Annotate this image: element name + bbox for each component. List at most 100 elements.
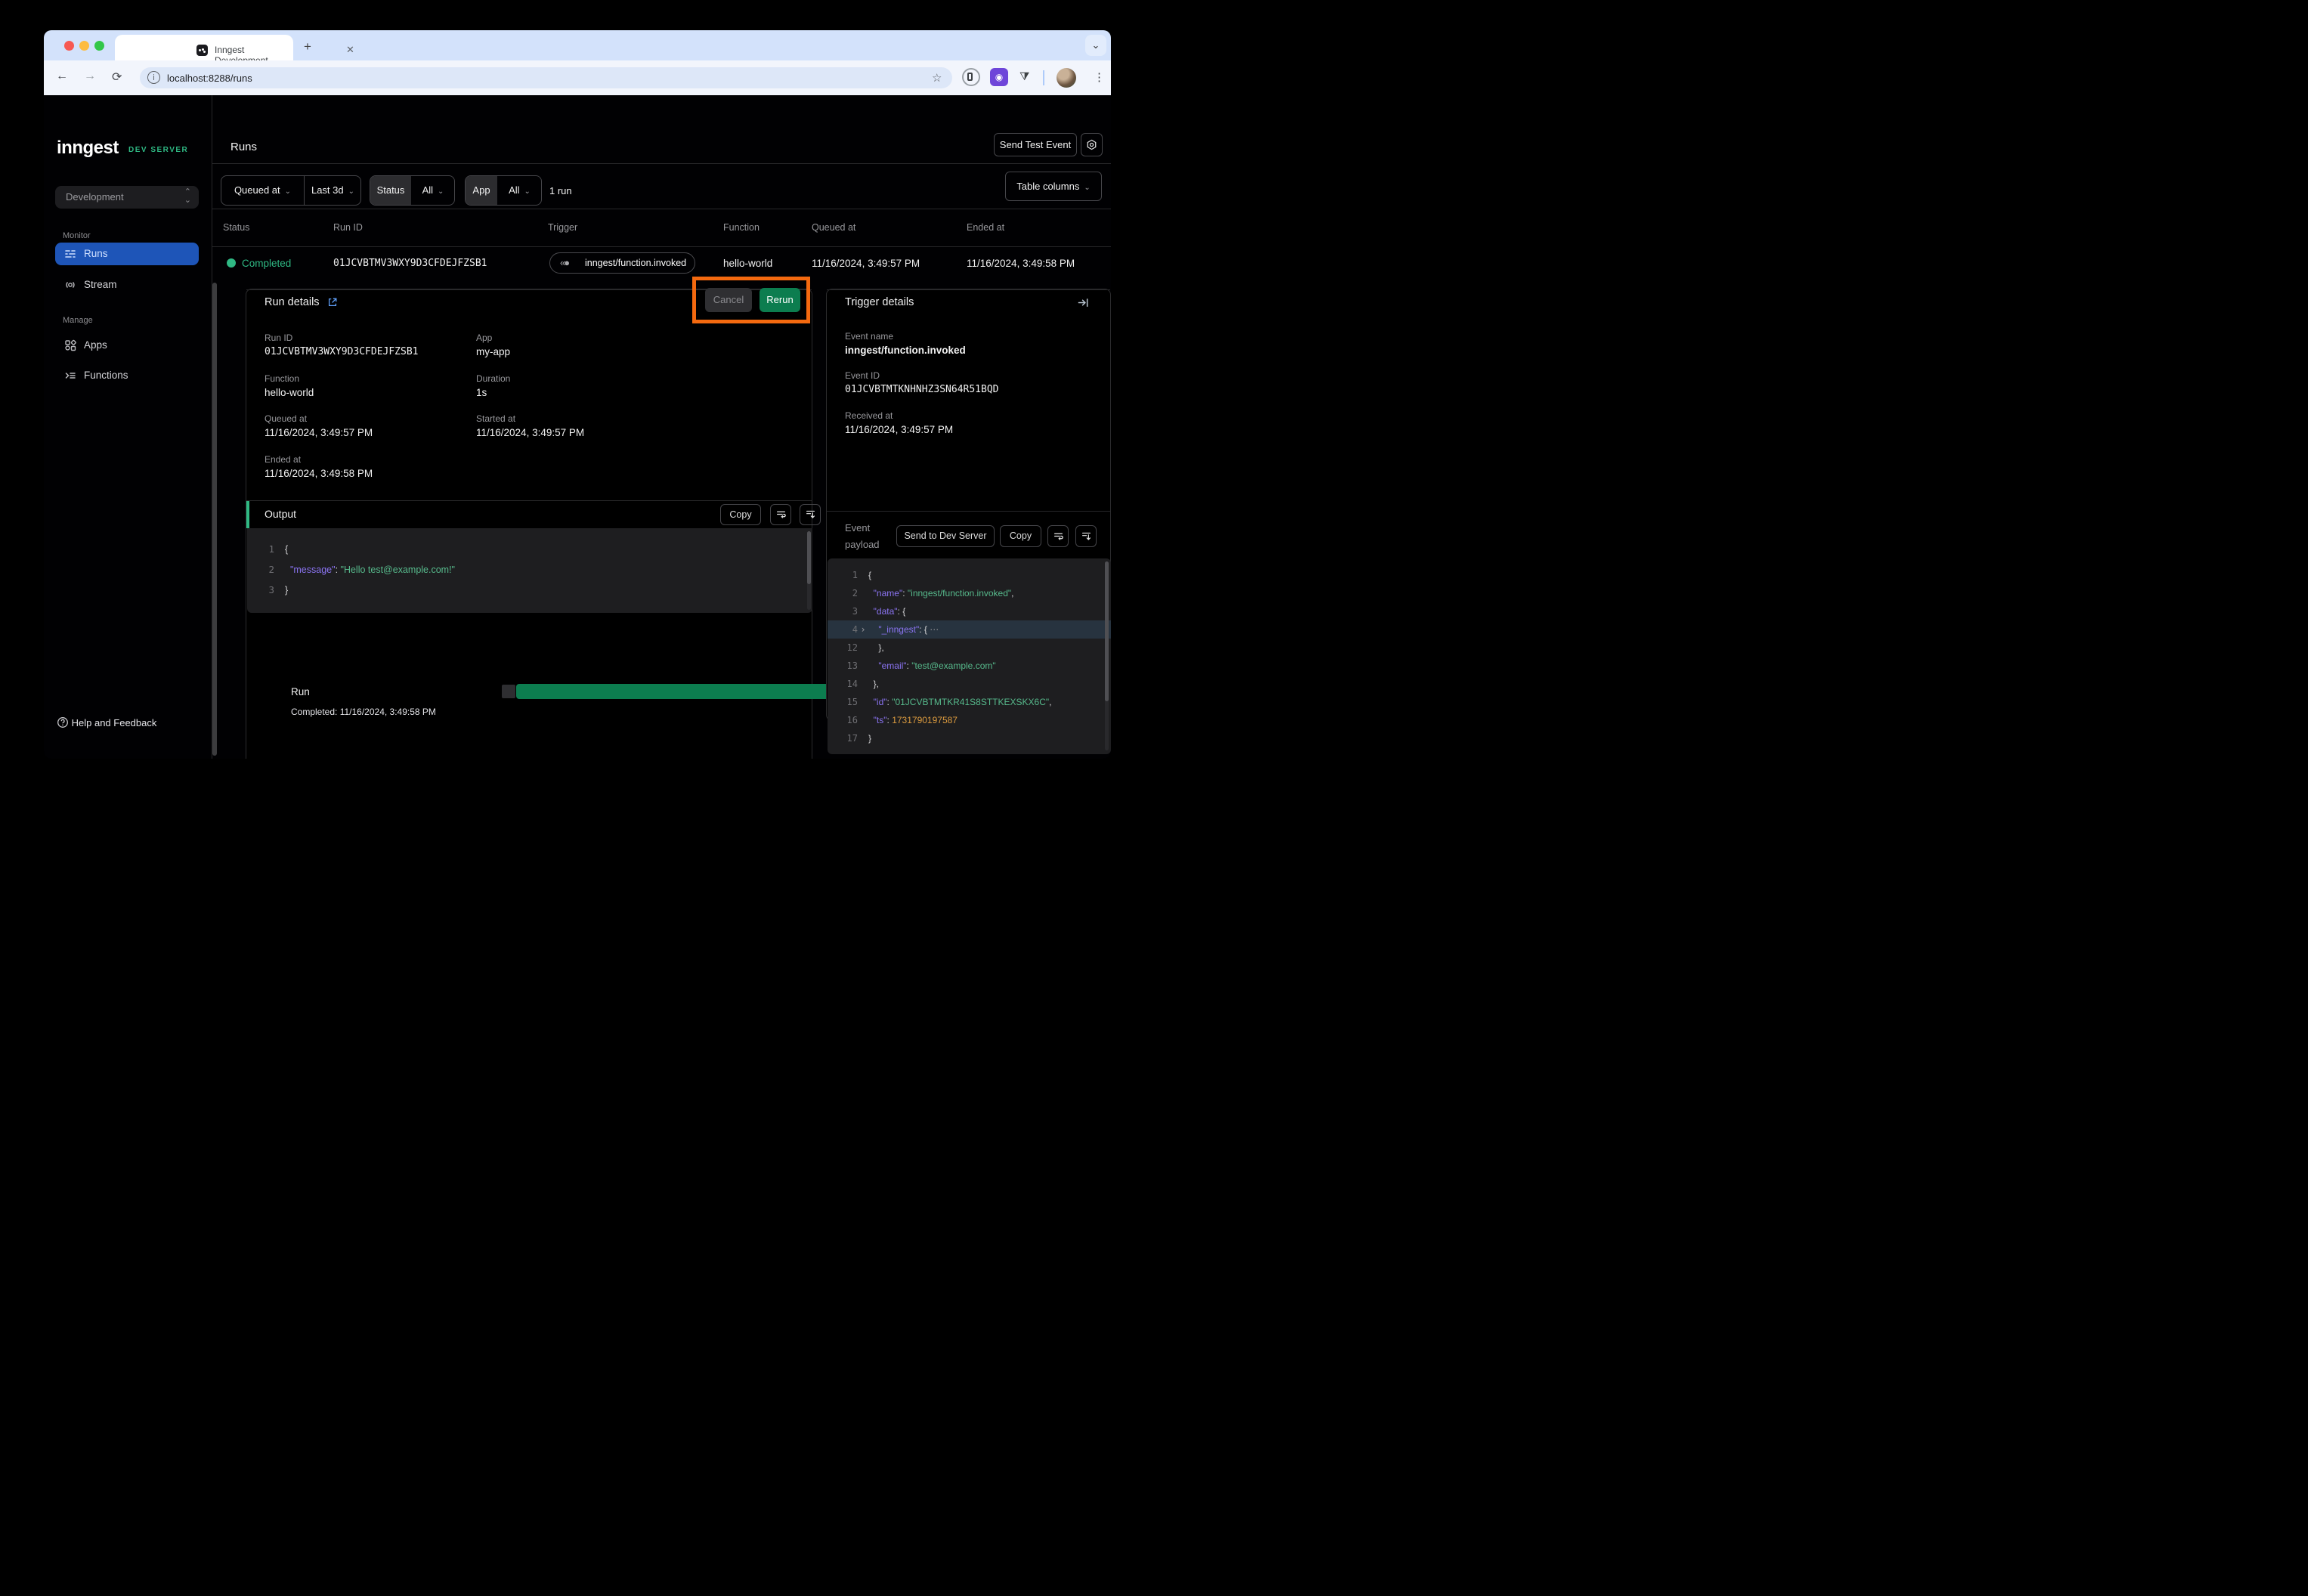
tab-search-chevron-icon[interactable]: ⌄ [1085, 35, 1106, 56]
help-label: Help and Feedback [72, 717, 157, 728]
fold-gutter [858, 693, 868, 711]
payload-copy-button[interactable]: Copy [1000, 525, 1041, 547]
fold-chevron-icon[interactable]: › [858, 620, 868, 639]
field-value-started-at: 11/16/2024, 3:49:57 PM [476, 427, 584, 438]
run-count: 1 run [549, 185, 572, 196]
reload-icon[interactable]: ⟳ [112, 70, 122, 85]
scrollbar-thumb[interactable] [212, 283, 217, 756]
fold-gutter [274, 580, 285, 600]
fold-gutter [858, 657, 868, 675]
status-filter-label: Status [370, 176, 411, 205]
column-header-queued-at[interactable]: Queued at [812, 222, 855, 233]
field-label: Received at [845, 410, 893, 421]
status-filter-value[interactable]: All⌄ [411, 176, 455, 205]
sidebar-item-help[interactable]: Help and Feedback [57, 716, 156, 728]
annotation-highlight-box [692, 277, 810, 323]
browser-tab[interactable]: Inngest Development Server ✕ [115, 35, 293, 60]
back-icon[interactable]: ← [56, 70, 68, 83]
maximize-window-button[interactable] [94, 41, 104, 51]
extensions-puzzle-icon[interactable]: ⧩ [1019, 70, 1029, 83]
environment-select[interactable]: Development ⌃⌄ [55, 186, 199, 209]
field-value-run-id: 01JCVBTMV3WXY9D3CFDEJFZSB1 [265, 346, 419, 357]
purple-extension-icon[interactable]: ◉ [990, 68, 1008, 86]
sidebar-item-runs[interactable]: Runs [55, 243, 199, 265]
timeline-run-label: Run [291, 686, 310, 697]
browser-toolbar: ← → ⟳ i localhost:8288/runs ☆ ◉ ⧩ ⋮ [44, 60, 1111, 95]
chevron-down-icon: ⌄ [1084, 184, 1090, 192]
row-trigger-name: inngest/function.invoked [585, 258, 686, 268]
field-value-app-link[interactable]: my-app [476, 346, 510, 357]
bookmark-star-icon[interactable]: ☆ [932, 71, 942, 85]
row-run-id[interactable]: 01JCVBTMV3WXY9D3CFDEJFZSB1 [333, 258, 487, 269]
field-value-function-link[interactable]: hello-world [265, 387, 314, 398]
fold-gutter [858, 711, 868, 729]
fold-gutter [858, 584, 868, 602]
browser-menu-kebab-icon[interactable]: ⋮ [1094, 70, 1105, 84]
field-label: Event name [845, 331, 893, 342]
sidebar-item-stream[interactable]: Stream [55, 274, 199, 296]
table-header-divider [212, 246, 1111, 247]
output-code-block[interactable]: 1 {2 "message": "Hello test@example.com!… [247, 528, 812, 613]
site-info-icon[interactable]: i [147, 71, 160, 84]
payload-code-block[interactable]: 1 {2 "name": "inngest/function.invoked",… [828, 558, 1111, 754]
fold-gutter [858, 639, 868, 657]
sidebar-section-monitor: Monitor [63, 231, 91, 240]
field-value-queued-at: 11/16/2024, 3:49:57 PM [265, 427, 373, 438]
field-label: Started at [476, 413, 515, 424]
payload-scroll-bottom-button[interactable] [1075, 525, 1097, 547]
sidebar-item-apps[interactable]: Apps [55, 334, 199, 357]
code-line: 1 { [247, 539, 812, 559]
settings-gear-button[interactable] [1081, 133, 1103, 156]
word-wrap-button[interactable] [770, 504, 791, 525]
code-line: 12 }, [828, 639, 1111, 657]
send-test-event-button[interactable]: Send Test Event [994, 133, 1077, 156]
chevron-down-icon: ⌄ [524, 187, 531, 196]
send-to-dev-server-button[interactable]: Send to Dev Server [896, 525, 995, 547]
scrollbar-thumb[interactable] [807, 531, 811, 584]
fold-gutter [858, 602, 868, 620]
time-range-select[interactable]: Last 3d⌄ [304, 176, 361, 205]
scrollbar-thumb[interactable] [1105, 561, 1109, 701]
scroll-to-bottom-button[interactable] [800, 504, 821, 525]
field-label: Queued at [265, 413, 307, 424]
column-header-status[interactable]: Status [223, 222, 249, 233]
password-manager-extension-icon[interactable] [962, 68, 980, 86]
code-line: 2 "name": "inngest/function.invoked", [828, 584, 1111, 602]
column-header-run-id[interactable]: Run ID [333, 222, 363, 233]
time-field-select[interactable]: Queued at⌄ [221, 176, 304, 205]
column-header-trigger[interactable]: Trigger [548, 222, 577, 233]
code-line: 3 "data": { [828, 602, 1111, 620]
close-window-button[interactable] [64, 41, 74, 51]
app-filter-value[interactable]: All⌄ [497, 176, 542, 205]
output-title: Output [265, 508, 296, 520]
url-bar[interactable]: i localhost:8288/runs ☆ [140, 67, 952, 88]
fold-gutter [858, 566, 868, 584]
column-header-function[interactable]: Function [723, 222, 760, 233]
event-icon: «● [560, 257, 568, 268]
sidebar-item-functions[interactable]: Functions [55, 364, 199, 387]
fold-gutter [858, 729, 868, 747]
inngest-favicon-icon [196, 45, 208, 56]
timeline-run-completed: Completed: 11/16/2024, 3:49:58 PM [291, 707, 436, 717]
forward-icon[interactable]: → [84, 70, 96, 83]
payload-word-wrap-button[interactable] [1047, 525, 1069, 547]
row-queued-at: 11/16/2024, 3:49:57 PM [812, 258, 920, 269]
collapse-panel-icon[interactable] [1078, 297, 1089, 312]
tab-close-icon[interactable]: ✕ [346, 44, 354, 56]
app-filter[interactable]: App All⌄ [465, 175, 542, 206]
minimize-window-button[interactable] [79, 41, 89, 51]
row-trigger-pill[interactable]: «● inngest/function.invoked [549, 252, 695, 274]
timeline-run-bar[interactable] [516, 684, 834, 699]
external-link-icon[interactable] [327, 297, 338, 311]
column-header-ended-at[interactable]: Ended at [967, 222, 1004, 233]
word-wrap-icon [776, 509, 786, 519]
field-value-event-id: 01JCVBTMTKNHNHZ3SN64R51BQD [845, 384, 999, 395]
code-line: 4› "_inngest": { ⋯ [828, 620, 1111, 639]
output-copy-button[interactable]: Copy [720, 504, 761, 525]
new-tab-button[interactable]: + [304, 39, 311, 54]
status-filter[interactable]: Status All⌄ [370, 175, 455, 206]
profile-avatar[interactable] [1057, 68, 1076, 88]
time-field-filter[interactable]: Queued at⌄ Last 3d⌄ [221, 175, 361, 206]
page-title: Runs [230, 141, 257, 153]
table-columns-button[interactable]: Table columns⌄ [1005, 172, 1102, 201]
